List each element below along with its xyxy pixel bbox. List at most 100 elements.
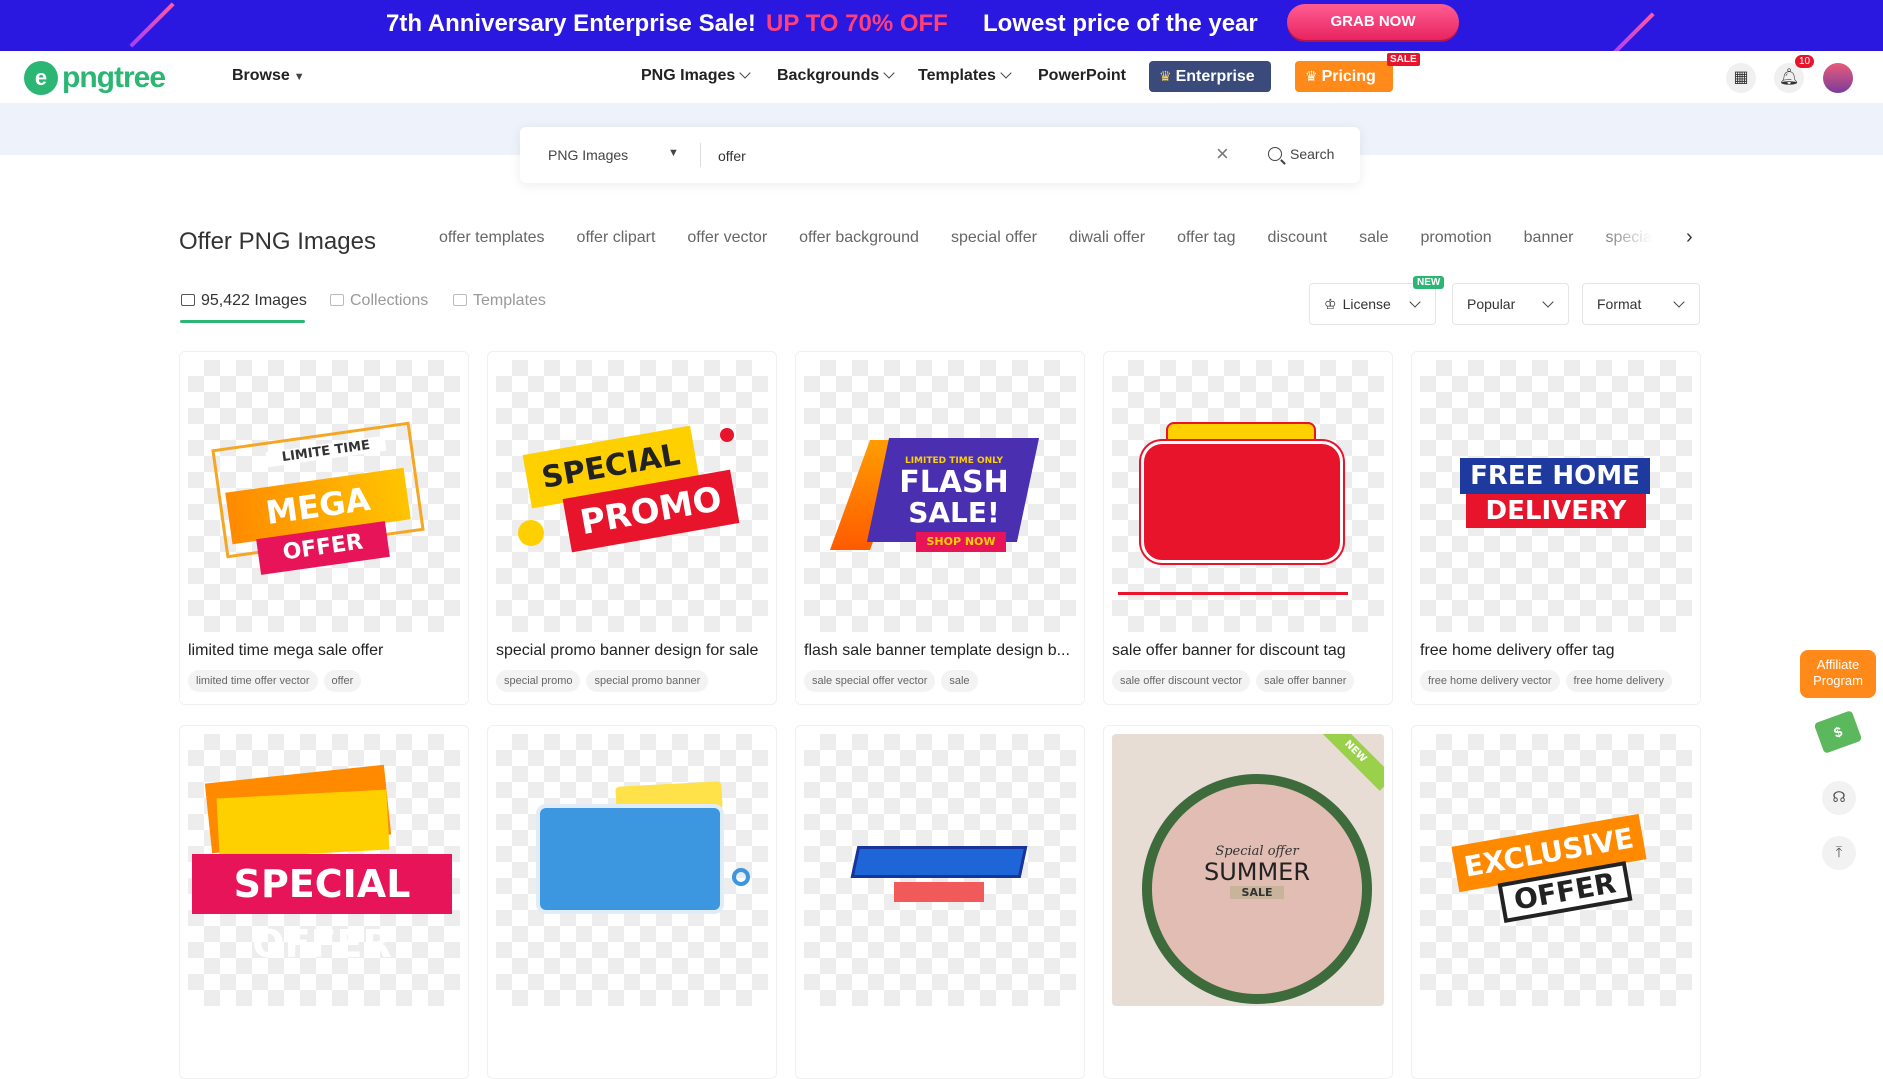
image-thumbnail[interactable]: SPECIAL PROMO [496,360,768,632]
card-tag[interactable]: special promo [496,670,581,692]
image-card[interactable]: MEGA OFFER LIMITE TIME limited time mega… [179,351,469,705]
card-tag[interactable]: sale offer banner [1256,670,1355,692]
sort-filter[interactable]: Popular [1452,283,1569,325]
card-title[interactable]: flash sale banner template design b... [804,642,1076,660]
tab-images[interactable]: 95,422 Images [181,292,307,310]
decor-streak [129,2,175,48]
image-card[interactable]: SPECIAL PROMO special promo banner desig… [487,351,777,705]
nav-png-images[interactable]: PNG Images [641,67,751,85]
image-card[interactable] [487,725,777,1079]
image-card[interactable]: SPECIAL OFFER [179,725,469,1079]
art-text: DELIVERY [1466,494,1646,528]
card-title[interactable]: special promo banner design for sale [496,642,768,660]
filter-label: Format [1597,296,1642,312]
apps-grid-icon[interactable]: ▦ [1726,63,1756,93]
card-tag[interactable]: sale offer discount vector [1112,670,1251,692]
chevron-right-icon[interactable]: › [1686,226,1693,249]
related-tag[interactable]: discount [1268,229,1328,247]
license-filter[interactable]: ♔ License [1309,283,1436,325]
art-text: SHOP NOW [916,532,1006,552]
headset-icon[interactable]: ☊ [1822,781,1856,815]
money-icon[interactable]: $ [1813,710,1863,754]
image-thumbnail[interactable]: LIMITED TIME ONLY FLASH SALE! SHOP NOW [804,360,1076,632]
tab-label: Templates [473,292,546,309]
search-label: Search [1290,146,1335,162]
related-tag[interactable]: diwali offer [1069,229,1145,247]
nav-templates[interactable]: Templates [918,67,1012,85]
card-tags: special promo special promo banner [496,670,768,692]
card-tag[interactable]: limited time offer vector [188,670,318,692]
format-filter[interactable]: Format [1582,283,1700,325]
image-thumbnail[interactable]: MEGA OFFER LIMITE TIME [188,360,460,632]
enterprise-button[interactable]: ♛ Enterprise [1149,61,1271,92]
affiliate-program-button[interactable]: Affiliate Program [1800,650,1876,698]
image-thumbnail[interactable] [496,734,768,1006]
pricing-button[interactable]: ♛ Pricing [1295,61,1393,92]
image-thumbnail[interactable] [1112,360,1384,632]
image-card[interactable]: EXCLUSIVE OFFER [1411,725,1701,1079]
art-text: FLASH [899,465,1009,500]
image-card[interactable]: sale offer banner for discount tag sale … [1103,351,1393,705]
image-thumbnail[interactable]: SPECIAL OFFER [188,734,460,1006]
back-to-top-icon[interactable]: ⤒ [1822,836,1856,870]
user-avatar[interactable] [1823,63,1853,93]
card-tag[interactable]: sale special offer vector [804,670,936,692]
nav-label: Templates [918,67,996,84]
tab-label: 95,422 Images [201,292,307,309]
image-thumbnail[interactable]: EXCLUSIVE OFFER [1420,734,1692,1006]
image-card[interactable]: Special offer SUMMER SALE NEW [1103,725,1393,1079]
related-tag[interactable]: offer templates [439,229,545,247]
card-tag[interactable]: free home delivery vector [1420,670,1560,692]
decor-streak [1609,12,1655,51]
tab-collections[interactable]: Collections [330,292,428,310]
enterprise-label: Enterprise [1175,68,1255,85]
related-tag[interactable]: offer tag [1177,229,1235,247]
image-thumbnail[interactable]: FREE HOME DELIVERY [1420,360,1692,632]
related-tag[interactable]: special offer [951,229,1037,247]
card-title[interactable]: sale offer banner for discount tag [1112,642,1384,660]
filter-label: License [1342,296,1391,312]
caret-down-icon[interactable]: ▼ [668,147,679,159]
page-title: Offer PNG Images [179,228,376,255]
logo[interactable]: e pngtree [24,61,166,95]
search-type-select[interactable]: PNG Images [548,147,628,163]
related-tag[interactable]: offer vector [687,229,767,247]
browse-menu[interactable]: Browse ▼ [232,67,305,85]
card-tag[interactable]: free home delivery [1565,670,1672,692]
image-thumbnail[interactable]: Special offer SUMMER SALE NEW [1112,734,1384,1006]
browse-label: Browse [232,67,290,84]
search-button[interactable]: Search [1268,145,1334,162]
chevron-down-icon [739,67,751,79]
related-tag[interactable]: promotion [1421,229,1492,247]
related-tag[interactable]: offer clipart [577,229,656,247]
image-card[interactable] [795,725,1085,1079]
grab-now-button[interactable]: GRAB NOW [1287,4,1459,40]
search-input[interactable] [718,145,1198,167]
template-icon [453,294,467,306]
caret-down-icon: ▼ [293,71,305,83]
search-bar: PNG Images ▼ × Search [520,127,1360,183]
logo-icon: e [24,61,58,95]
image-thumbnail[interactable] [804,734,1076,1006]
related-tag[interactable]: sale [1359,229,1388,247]
card-title[interactable]: limited time mega sale offer [188,642,460,660]
logo-text: pngtree [62,61,166,94]
art-panel [216,789,390,859]
related-tag[interactable]: banner [1524,229,1574,247]
card-tags: sale special offer vector sale [804,670,1076,692]
card-tag[interactable]: offer [323,670,362,692]
art-text: SALE [1230,886,1284,899]
image-card[interactable]: LIMITED TIME ONLY FLASH SALE! SHOP NOW f… [795,351,1085,705]
card-tag[interactable]: sale [941,670,978,692]
tab-templates[interactable]: Templates [453,292,546,310]
card-tag[interactable]: special promo banner [586,670,709,692]
art-text: FREE HOME [1460,458,1650,494]
nav-backgrounds[interactable]: Backgrounds [777,67,895,85]
related-tag[interactable]: offer background [799,229,919,247]
image-card[interactable]: FREE HOME DELIVERY free home delivery of… [1411,351,1701,705]
card-title[interactable]: free home delivery offer tag [1420,642,1692,660]
promo-banner[interactable]: 7th Anniversary Enterprise Sale! UP TO 7… [0,0,1883,51]
nav-powerpoint[interactable]: PowerPoint [1038,67,1126,85]
clear-icon[interactable]: × [1216,141,1229,167]
sale-badge: SALE [1387,53,1420,66]
